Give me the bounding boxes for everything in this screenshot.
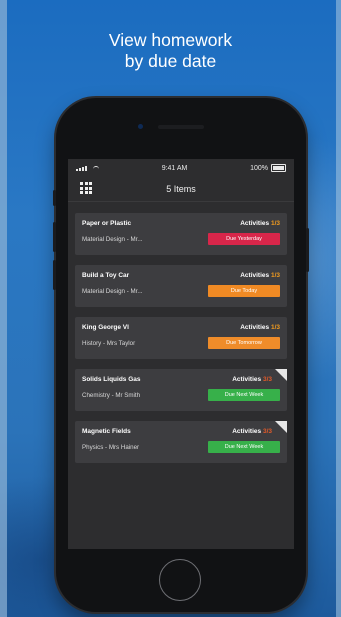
power-button (306, 228, 309, 272)
status-bar: 9:41 AM 100% (68, 159, 294, 177)
homework-title: Solids Liquids Gas (82, 376, 141, 383)
activities-label: Activities (232, 428, 262, 435)
mute-switch (53, 190, 56, 206)
activities-progress: Activities 1/3 (240, 324, 280, 331)
phone-frame: 9:41 AM 100% 5 Items Paper or Plastic Ac… (53, 98, 309, 612)
status-time: 9:41 AM (161, 164, 188, 172)
signal-icon (76, 165, 99, 171)
due-badge: Due Today (208, 285, 280, 297)
activities-progress: Activities 1/3 (240, 220, 280, 227)
completed-corner-icon (275, 369, 287, 381)
homework-title: King George VI (82, 324, 129, 331)
activities-label: Activities (240, 220, 270, 227)
page-title: 5 Items (166, 184, 196, 194)
activities-label: Activities (240, 324, 270, 331)
battery-icon (271, 164, 286, 172)
homework-title: Paper or Plastic (82, 220, 132, 227)
front-camera (138, 124, 143, 129)
promo-caption: View homework by due date (0, 30, 341, 72)
activities-count: 1/3 (270, 272, 280, 279)
class-teacher: Physics - Mrs Hainer (82, 443, 140, 451)
homework-title: Build a Toy Car (82, 272, 130, 279)
grid-menu-icon[interactable] (80, 182, 92, 194)
volume-down-button (53, 260, 56, 290)
activities-count: 1/3 (270, 220, 280, 227)
homework-card[interactable]: Paper or Plastic Activities 1/3 Material… (75, 213, 287, 255)
homework-card[interactable]: King George VI Activities 1/3 History - … (75, 317, 287, 359)
wifi-icon (93, 165, 99, 171)
activities-count: 3/3 (262, 376, 272, 383)
battery-group: 100% (250, 164, 286, 172)
due-badge: Due Next Week (208, 389, 280, 401)
class-teacher: Chemistry - Mr Smith (82, 391, 141, 399)
home-button[interactable] (159, 559, 201, 601)
left-edge (0, 0, 7, 617)
promo-line-2: by due date (124, 51, 217, 71)
activities-progress: Activities 3/3 (232, 428, 272, 435)
class-teacher: History - Mrs Taylor (82, 339, 136, 347)
due-badge: Due Tomorrow (208, 337, 280, 349)
activities-progress: Activities 1/3 (240, 272, 280, 279)
homework-title: Magnetic Fields (82, 428, 131, 435)
homework-list: Paper or Plastic Activities 1/3 Material… (68, 202, 294, 463)
homework-card[interactable]: Build a Toy Car Activities 1/3 Material … (75, 265, 287, 307)
class-teacher: Material Design - Mr... (82, 235, 143, 243)
class-teacher: Material Design - Mr... (82, 287, 143, 295)
right-edge (336, 0, 341, 617)
activities-label: Activities (240, 272, 270, 279)
earpiece-speaker (158, 125, 204, 129)
activities-progress: Activities 3/3 (232, 376, 272, 383)
battery-percent: 100% (250, 164, 268, 172)
homework-card[interactable]: Solids Liquids Gas Activities 3/3 Chemis… (75, 369, 287, 411)
due-badge: Due Next Week (208, 441, 280, 453)
activities-label: Activities (232, 376, 262, 383)
nav-bar: 5 Items (68, 177, 294, 202)
activities-count: 3/3 (262, 428, 272, 435)
app-screen: 9:41 AM 100% 5 Items Paper or Plastic Ac… (68, 159, 294, 549)
volume-up-button (53, 222, 56, 252)
completed-corner-icon (275, 421, 287, 433)
promo-line-1: View homework (108, 30, 233, 50)
activities-count: 1/3 (270, 324, 280, 331)
due-badge: Due Yesterday (208, 233, 280, 245)
homework-card[interactable]: Magnetic Fields Activities 3/3 Physics -… (75, 421, 287, 463)
